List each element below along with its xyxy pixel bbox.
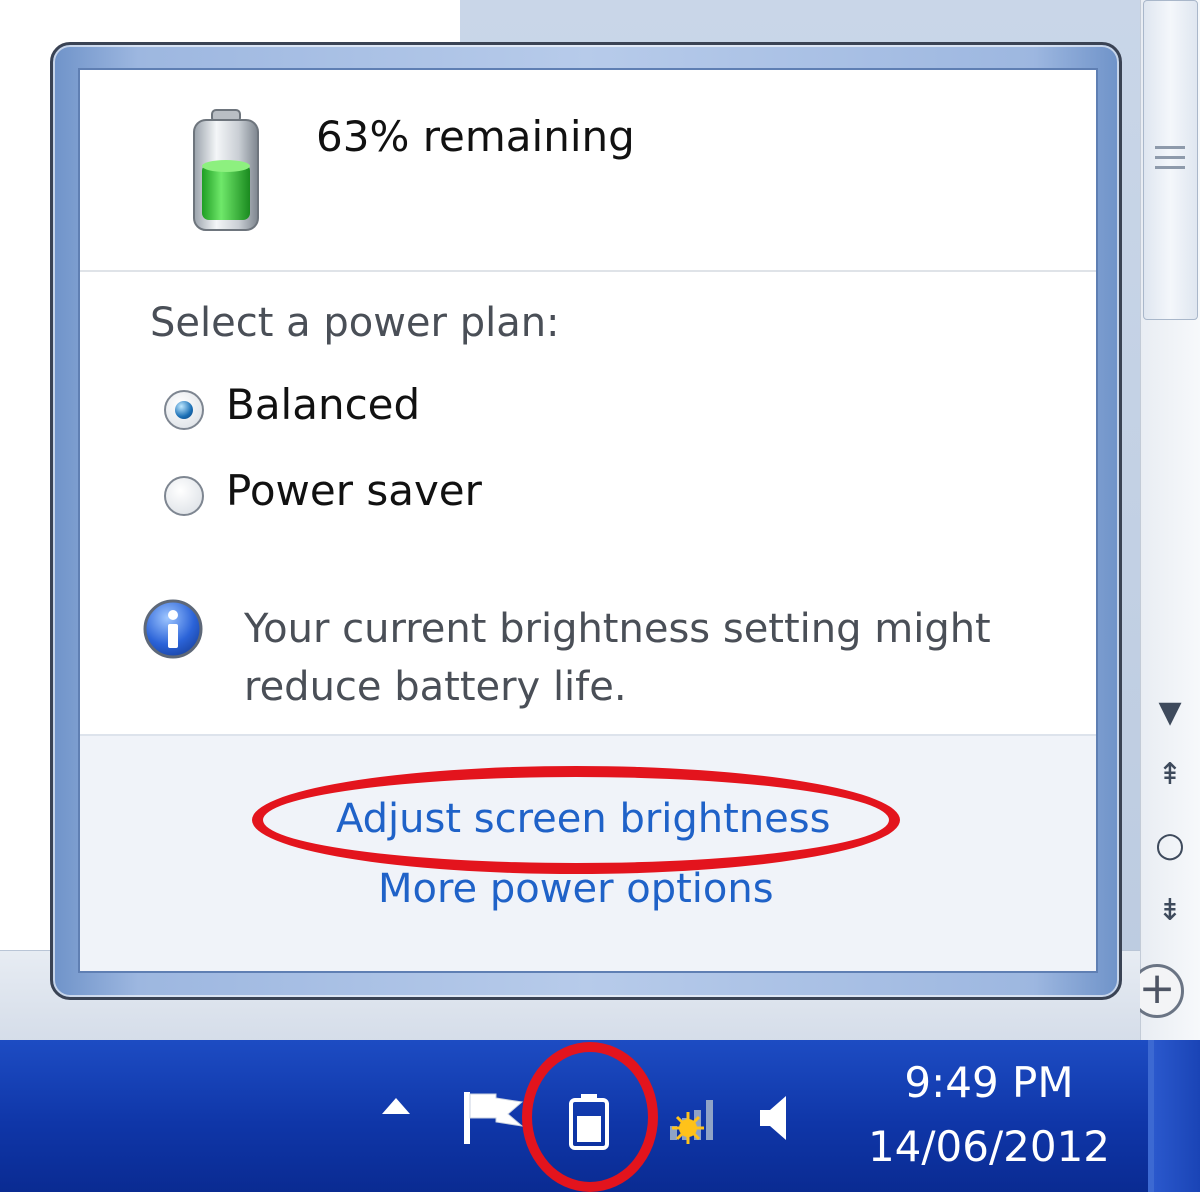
radio-balanced-label[interactable]: Balanced	[226, 380, 420, 429]
clock-time[interactable]: 9:49 PM	[870, 1058, 1108, 1107]
volume-icon[interactable]	[758, 1092, 794, 1144]
action-center-flag-icon[interactable]	[462, 1088, 524, 1146]
more-power-options-link[interactable]: More power options	[378, 866, 774, 912]
info-icon	[143, 599, 203, 659]
scrollbar-grip	[1155, 166, 1185, 169]
show-desktop-button[interactable]	[1154, 1040, 1200, 1192]
radio-power-saver[interactable]	[164, 476, 204, 516]
battery-flyout-content: 63% remaining Select a power plan: Balan…	[78, 68, 1098, 973]
divider	[80, 270, 1096, 272]
select-browse-object-icon[interactable]: ○	[1148, 828, 1192, 862]
battery-icon	[193, 109, 259, 231]
battery-status-text: 63% remaining	[316, 112, 635, 161]
next-page-icon[interactable]: ⇟	[1148, 896, 1192, 926]
radio-power-saver-label[interactable]: Power saver	[226, 466, 482, 515]
scrollbar-grip	[1155, 146, 1185, 149]
scroll-down-icon[interactable]: ▼	[1148, 698, 1192, 728]
power-plan-label: Select a power plan:	[150, 300, 560, 346]
scrollbar-thumb[interactable]	[1143, 0, 1198, 320]
flyout-footer: Adjust screen brightness More power opti…	[80, 734, 1096, 971]
radio-balanced[interactable]	[164, 390, 204, 430]
highlight-circle	[522, 1042, 658, 1192]
clock-date[interactable]: 14/06/2012	[866, 1122, 1112, 1171]
network-icon[interactable]	[662, 1092, 718, 1144]
scrollbar-grip	[1155, 156, 1185, 159]
previous-page-icon[interactable]: ⇞	[1148, 760, 1192, 790]
brightness-warning-text: Your current brightness setting might re…	[244, 606, 991, 710]
adjust-screen-brightness-link[interactable]: Adjust screen brightness	[336, 796, 830, 842]
show-hidden-icons-arrow[interactable]	[382, 1098, 410, 1114]
